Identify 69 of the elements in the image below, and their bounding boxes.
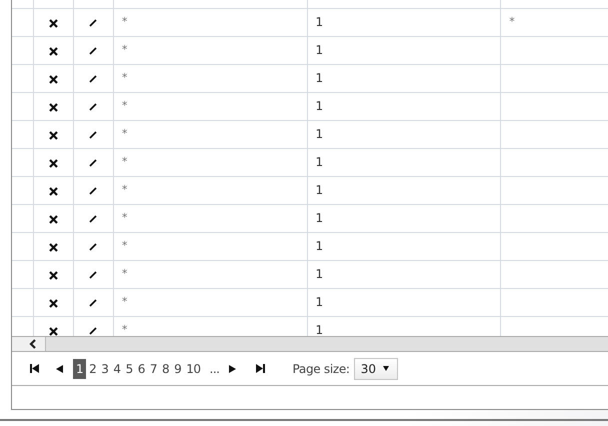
page-size-dropdown[interactable]: 30: [354, 358, 398, 380]
page-link[interactable]: 8: [160, 360, 172, 378]
delete-icon[interactable]: [48, 215, 58, 224]
table-cell: 1: [316, 295, 324, 309]
table-cell: 1: [316, 99, 324, 113]
table-cell: *: [509, 15, 515, 29]
table-cell: *: [122, 183, 128, 197]
delete-icon[interactable]: [48, 131, 58, 140]
more-pages-link[interactable]: ...: [208, 360, 222, 378]
horizontal-scrollbar[interactable]: [12, 336, 608, 352]
table-cell: 1: [316, 267, 324, 281]
edit-icon[interactable]: [89, 187, 98, 195]
dropdown-arrow-icon[interactable]: [382, 366, 389, 371]
page-link[interactable]: 6: [136, 360, 147, 378]
page-link[interactable]: 5: [124, 360, 135, 378]
table-cell: *: [122, 323, 128, 336]
edit-icon[interactable]: [89, 19, 98, 27]
page-size-label: Page size:: [292, 362, 350, 376]
next-page-icon[interactable]: [228, 364, 236, 372]
delete-icon[interactable]: [48, 327, 58, 336]
table-cell: *: [122, 295, 128, 309]
edit-icon[interactable]: [89, 215, 98, 223]
edit-icon[interactable]: [89, 299, 98, 307]
edit-icon[interactable]: [89, 271, 98, 279]
previous-page-icon[interactable]: [56, 364, 63, 372]
delete-icon[interactable]: [48, 299, 58, 308]
edit-icon[interactable]: [89, 243, 98, 251]
edit-icon[interactable]: [89, 47, 98, 55]
table-cell: *: [122, 15, 128, 29]
table-cell: *: [122, 127, 128, 141]
table-cell: 1: [316, 155, 324, 169]
page-link[interactable]: 2: [87, 360, 98, 378]
table-cell: 1: [316, 183, 324, 197]
edit-icon[interactable]: [89, 103, 98, 111]
delete-icon[interactable]: [48, 47, 58, 56]
table-cell: 1: [316, 127, 324, 141]
delete-icon[interactable]: [48, 271, 58, 280]
table-cell: 1: [316, 15, 324, 29]
table-cell: *: [122, 99, 128, 113]
table-cell: *: [122, 71, 128, 85]
table-cell: *: [122, 43, 128, 57]
delete-icon[interactable]: [48, 75, 58, 84]
page-link[interactable]: 10: [184, 360, 203, 378]
table-cell: 1: [316, 239, 324, 253]
first-page-icon[interactable]: [30, 364, 39, 373]
delete-icon[interactable]: [48, 243, 58, 252]
edit-icon[interactable]: [89, 131, 98, 139]
last-page-icon[interactable]: [256, 364, 264, 373]
edit-icon[interactable]: [89, 159, 98, 167]
table-cell: 1: [316, 71, 324, 85]
table-cell: 1: [316, 43, 324, 57]
table-cell: 1: [316, 323, 324, 336]
table-cell: *: [122, 239, 128, 253]
page-link[interactable]: 4: [111, 360, 123, 378]
page-link[interactable]: 1: [73, 358, 86, 378]
delete-icon[interactable]: [48, 187, 58, 196]
table-cell: *: [122, 211, 128, 225]
page-link[interactable]: 3: [99, 360, 110, 378]
table-cell: *: [122, 267, 128, 281]
scroll-left-icon[interactable]: [29, 339, 37, 349]
edit-icon[interactable]: [89, 327, 98, 335]
table-cell: 1: [316, 211, 324, 225]
delete-icon[interactable]: [48, 103, 58, 112]
table-cell: *: [122, 155, 128, 169]
page-link[interactable]: 9: [172, 360, 184, 378]
page-link[interactable]: 7: [148, 360, 159, 378]
delete-icon[interactable]: [48, 19, 58, 28]
edit-icon[interactable]: [89, 75, 98, 83]
delete-icon[interactable]: [48, 159, 58, 168]
